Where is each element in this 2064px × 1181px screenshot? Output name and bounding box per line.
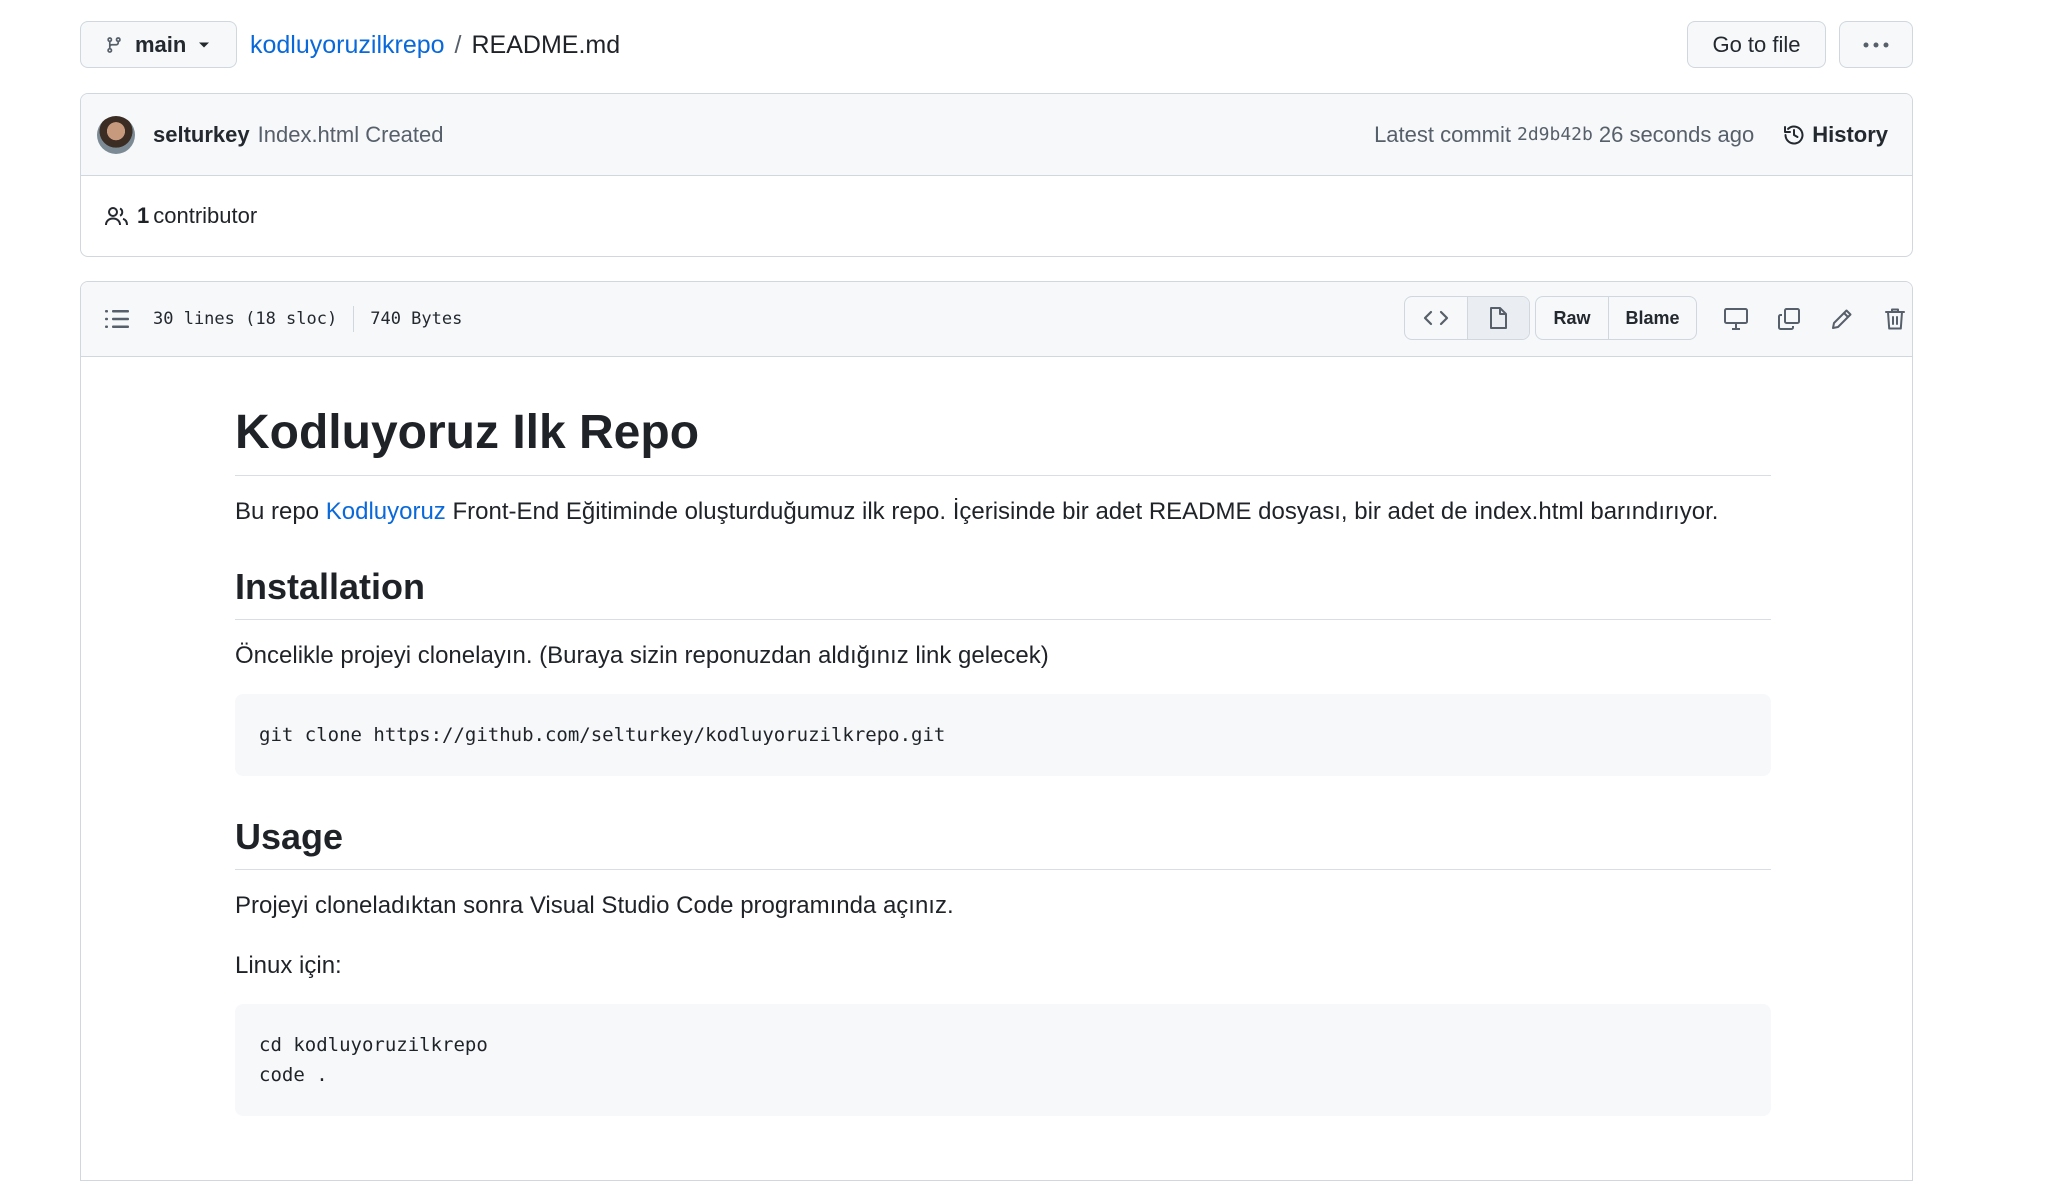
latest-commit-label: Latest commit: [1374, 121, 1511, 147]
readme-content: Kodluyoruz Ilk Repo Bu repo Kodluyoruz F…: [235, 387, 1771, 1116]
repo-link[interactable]: kodluyoruzilkrepo: [250, 28, 445, 62]
contributors-label[interactable]: contributor: [153, 203, 257, 229]
more-options-button[interactable]: [1839, 21, 1913, 68]
kebab-horizontal-icon: [1863, 42, 1889, 47]
commit-info-box: selturkey Index.html Created Latest comm…: [80, 93, 1913, 257]
raw-button[interactable]: Raw: [1536, 297, 1609, 339]
installation-text: Öncelikle projeyi clonelayın. (Buraya si…: [235, 642, 1049, 669]
git-branch-icon: [107, 36, 121, 53]
desktop-icon: [1724, 308, 1748, 330]
copy-raw-button[interactable]: [1774, 304, 1804, 334]
go-to-file-button[interactable]: Go to file: [1687, 21, 1826, 68]
caret-down-icon: [199, 42, 210, 47]
commit-author[interactable]: selturkey: [153, 122, 250, 148]
raw-blame-group: Raw Blame: [1535, 296, 1697, 340]
commit-message[interactable]: Index.html Created: [258, 122, 444, 148]
delete-file-button[interactable]: [1880, 304, 1910, 334]
code-icon: [1423, 310, 1448, 326]
view-mode-toggle: [1404, 296, 1530, 340]
code-view-button[interactable]: [1405, 297, 1467, 339]
kodluyoruz-link[interactable]: Kodluyoruz: [326, 498, 446, 525]
branch-name: main: [135, 31, 187, 57]
readme-title: Kodluyoruz Ilk Repo: [235, 403, 1771, 476]
usage-heading: Usage: [235, 814, 1771, 870]
people-icon: [105, 207, 128, 226]
commit-time: 26 seconds ago: [1598, 121, 1755, 147]
breadcrumb-separator: /: [454, 31, 462, 59]
latest-commit-row: selturkey Index.html Created Latest comm…: [81, 94, 1912, 176]
file-size: 740 Bytes: [370, 309, 463, 329]
file-view: 30 lines (18 sloc) 740 Bytes Raw Blame K…: [80, 281, 1913, 1181]
history-label: History: [1812, 121, 1888, 147]
contributors-row: 1 contributor: [81, 176, 1912, 256]
contributors-count[interactable]: 1: [137, 203, 149, 229]
open-desktop-button[interactable]: [1721, 304, 1751, 334]
file-info-divider: [353, 306, 355, 332]
preview-view-button[interactable]: [1466, 297, 1529, 339]
usage-text: Projeyi cloneladıktan sonra Visual Studi…: [235, 892, 954, 919]
pencil-icon: [1832, 309, 1852, 329]
file-header: 30 lines (18 sloc) 740 Bytes Raw Blame: [81, 282, 1912, 357]
install-code-block: git clone https://github.com/selturkey/k…: [235, 694, 1771, 776]
copy-icon: [1778, 308, 1800, 330]
intro-text-after: Front-End Eğitiminde oluşturduğumuz ilk …: [445, 498, 1719, 525]
usage-code-block: cd kodluyoruzilkrepo code .: [235, 1004, 1771, 1116]
avatar[interactable]: [97, 115, 135, 154]
intro-text-before: Bu repo: [235, 498, 326, 525]
table-of-contents-icon[interactable]: [105, 309, 129, 329]
branch-selector-button[interactable]: main: [80, 21, 237, 68]
file-name: README.md: [471, 31, 621, 59]
breadcrumb: kodluyoruzilkrepo / README.md: [250, 28, 620, 62]
trash-icon: [1885, 308, 1905, 330]
file-line-count: 30 lines (18 sloc): [153, 309, 338, 329]
history-icon: [1784, 125, 1804, 144]
readme-intro: Bu repo Kodluyoruz Front-End Eğitiminde …: [235, 494, 1771, 530]
blame-button[interactable]: Blame: [1609, 297, 1696, 339]
edit-file-button[interactable]: [1827, 304, 1857, 334]
commit-sha[interactable]: 2d9b42b: [1517, 124, 1593, 145]
file-icon: [1490, 307, 1508, 329]
installation-heading: Installation: [235, 564, 1771, 620]
linux-label: Linux için:: [235, 952, 342, 979]
history-link[interactable]: History: [1782, 122, 1888, 148]
